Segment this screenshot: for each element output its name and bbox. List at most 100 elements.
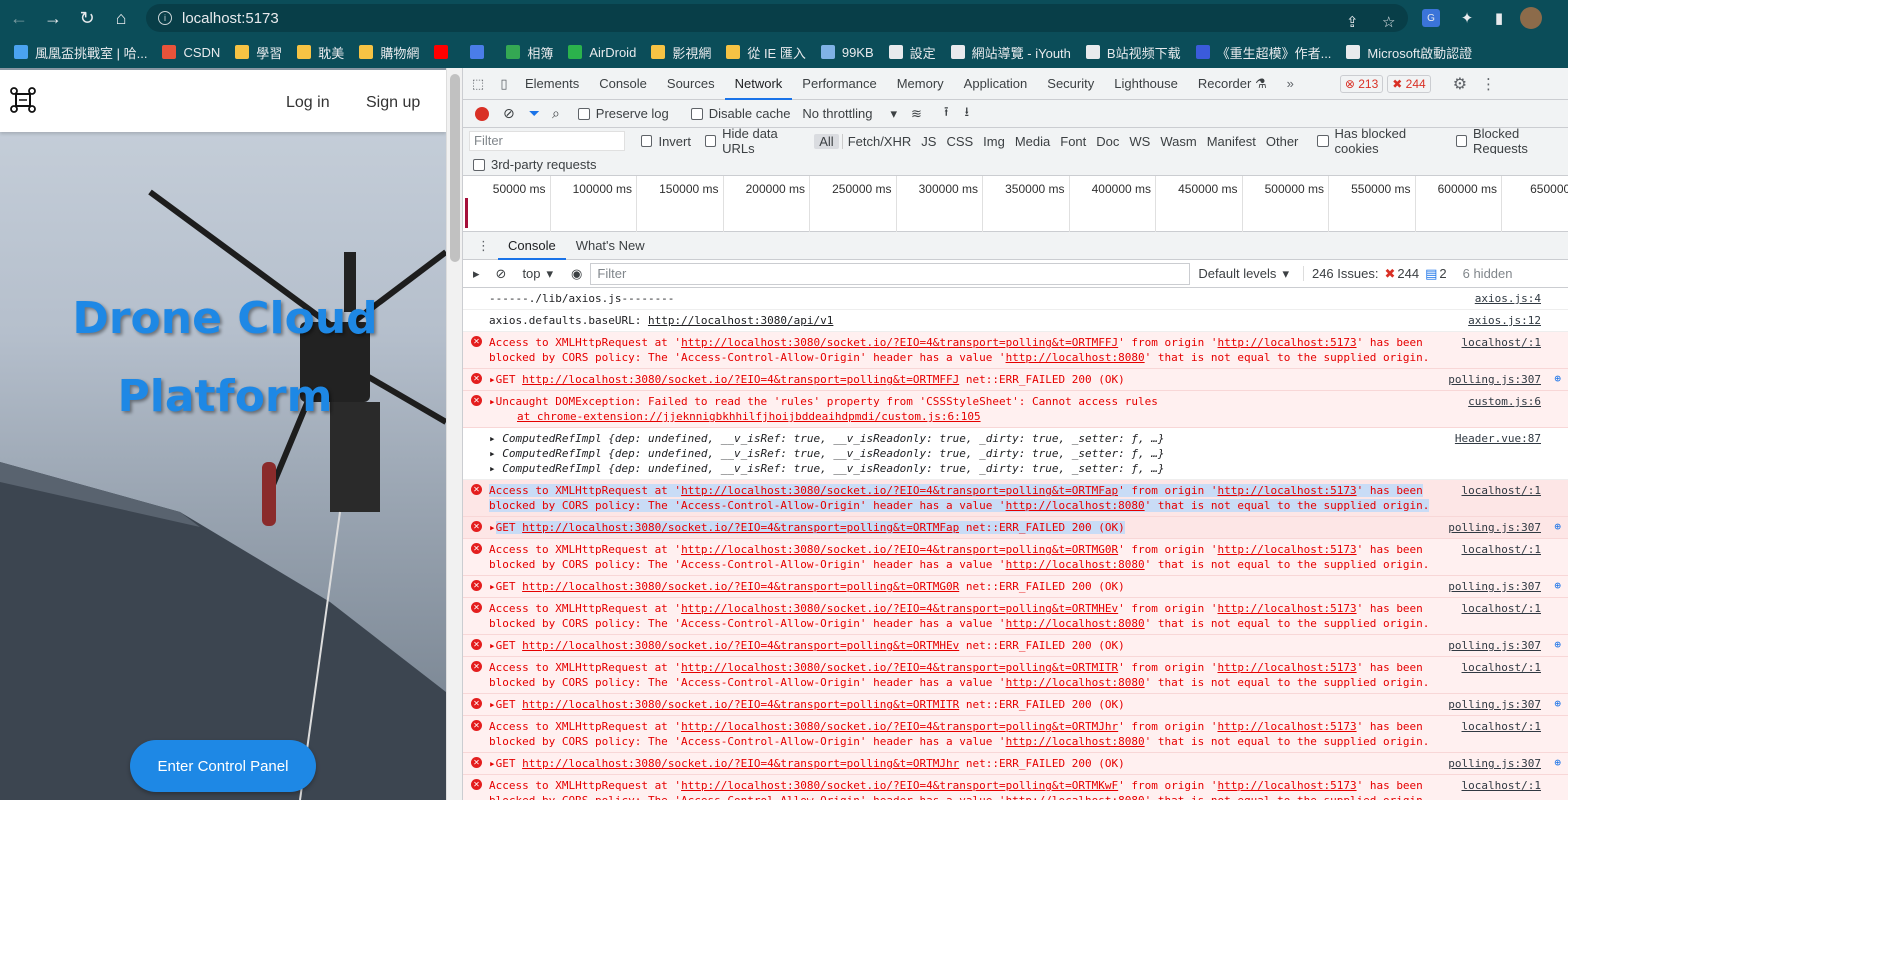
bookmark-item[interactable]: CSDN [162, 45, 220, 60]
share-icon[interactable]: ⇪ [1346, 13, 1359, 31]
device-toolbar-icon[interactable]: ▯ [493, 76, 515, 92]
inspect-icon[interactable]: ⬚ [463, 76, 493, 92]
source-link[interactable]: localhost/:1 [1457, 335, 1541, 350]
network-filter-input[interactable]: Filter [469, 131, 626, 151]
forward-icon[interactable]: → [38, 3, 68, 33]
type-filter-font[interactable]: Font [1055, 134, 1091, 149]
type-filter-css[interactable]: CSS [941, 134, 978, 149]
source-link[interactable]: localhost/:1 [1457, 483, 1541, 498]
request-url-link[interactable]: http://localhost:3080/socket.io/?EIO=4&t… [522, 373, 959, 386]
dom-error-stack[interactable]: at chrome-extension://jjeknnigbkhhilfjho… [489, 409, 1541, 424]
preserve-log-checkbox[interactable] [577, 107, 590, 120]
computed-ref-object[interactable]: ▸ ComputedRefImpl {dep: undefined, __v_i… [489, 431, 1541, 446]
tab-recorder[interactable]: Recorder ⚗ [1188, 68, 1277, 100]
expand-triangle-icon[interactable]: ▸ [489, 373, 496, 386]
sidebar-toggle-icon[interactable]: ▸ [473, 266, 480, 282]
bookmark-item[interactable]: 影視網 [651, 43, 711, 62]
bookmark-item[interactable]: 從 IE 匯入 [726, 43, 806, 62]
translate-icon[interactable]: G [1422, 9, 1440, 27]
source-link[interactable]: axios.js:12 [1464, 313, 1541, 328]
console-message[interactable]: ✕ ▸GET http://localhost:3080/socket.io/?E… [463, 369, 1568, 391]
request-url-link[interactable]: http://localhost:3080/socket.io/?EIO=4&t… [681, 484, 1119, 497]
scroll-thumb[interactable] [450, 74, 460, 262]
log-link[interactable]: http://localhost:3080/api/v1 [648, 314, 833, 327]
bookmark-item[interactable] [434, 45, 455, 59]
context-select[interactable]: top [522, 266, 540, 281]
request-url-link[interactable]: http://localhost:3080/socket.io/?EIO=4&t… [522, 757, 959, 770]
address-bar[interactable]: i localhost:5173 ⇪ ☆ [146, 4, 1408, 32]
console-message[interactable]: ✕ Access to XMLHttpRequest at 'http://loc… [463, 598, 1568, 635]
page-scrollbar[interactable] [446, 68, 462, 800]
request-url-link[interactable]: http://localhost:3080/socket.io/?EIO=4&t… [522, 639, 959, 652]
bookmark-item[interactable]: AirDroid [568, 45, 636, 60]
origin-link[interactable]: http://localhost:5173 [1218, 720, 1357, 733]
drone-logo-icon[interactable] [10, 86, 36, 116]
type-filter-all[interactable]: All [814, 133, 839, 149]
network-request-icon[interactable]: ⊕ [1554, 371, 1561, 386]
type-filter-media[interactable]: Media [1010, 134, 1055, 149]
live-expression-eye-icon[interactable]: ◉ [571, 266, 582, 282]
source-link[interactable]: polling.js:307 [1444, 372, 1541, 387]
allowed-origin-link[interactable]: http://localhost:8080 [1006, 558, 1145, 571]
issues-label[interactable]: 246 Issues: [1302, 266, 1378, 281]
console-message[interactable]: ✕ Access to XMLHttpRequest at 'http://loc… [463, 716, 1568, 753]
signup-link[interactable]: Sign up [366, 94, 420, 112]
console-filter-input[interactable]: Filter [590, 262, 1191, 285]
console-message[interactable]: ✕ ▸Uncaught DOMException: Failed to read … [463, 391, 1568, 428]
source-link[interactable]: localhost/:1 [1457, 719, 1541, 734]
settings-gear-icon[interactable]: ⚙ [1453, 74, 1467, 94]
filter-funnel-icon[interactable]: ⏷ [529, 105, 540, 122]
console-message[interactable]: ✕ ▸GET http://localhost:3080/socket.io/?E… [463, 753, 1568, 775]
log-levels-select[interactable]: Default levels [1198, 266, 1276, 281]
console-message[interactable]: ✕ Access to XMLHttpRequest at 'http://loc… [463, 657, 1568, 694]
console-message[interactable]: ------./lib/axios.js-------- axios.js:4 [463, 288, 1568, 310]
request-url-link[interactable]: http://localhost:3080/socket.io/?EIO=4&t… [522, 521, 960, 534]
search-icon[interactable]: ⌕ [552, 105, 560, 122]
console-message[interactable]: ✕ ▸GET http://localhost:3080/socket.io/?E… [463, 635, 1568, 657]
allowed-origin-link[interactable]: http://localhost:8080 [1006, 676, 1145, 689]
third-party-checkbox[interactable] [473, 158, 485, 171]
network-request-icon[interactable]: ⊕ [1554, 755, 1561, 770]
source-link[interactable]: polling.js:307 [1444, 638, 1541, 653]
type-filter-manifest[interactable]: Manifest [1202, 134, 1261, 149]
avatar[interactable] [1520, 7, 1542, 29]
warning-count-badge[interactable]: ✖ 244 [1387, 74, 1431, 93]
blocked-cookies-checkbox[interactable] [1317, 135, 1329, 147]
source-link[interactable]: axios.js:4 [1471, 291, 1541, 306]
error-count-badge[interactable]: ⊗ 213 [1339, 74, 1384, 93]
export-har-icon[interactable]: ⭳ [965, 103, 970, 125]
computed-ref-object[interactable]: ▸ ComputedRefImpl {dep: undefined, __v_i… [489, 461, 1541, 476]
clear-console-icon[interactable]: ⊘ [496, 266, 507, 282]
network-request-icon[interactable]: ⊕ [1554, 696, 1561, 711]
console-message[interactable]: ✕ Access to XMLHttpRequest at 'http://loc… [463, 775, 1568, 800]
expand-triangle-icon[interactable]: ▸ [489, 462, 502, 475]
request-url-link[interactable]: http://localhost:3080/socket.io/?EIO=4&t… [681, 602, 1118, 615]
expand-triangle-icon[interactable]: ▸ [489, 580, 496, 593]
allowed-origin-link[interactable]: http://localhost:8080 [1005, 499, 1145, 512]
login-link[interactable]: Log in [286, 94, 330, 112]
source-link[interactable]: custom.js:6 [1464, 394, 1541, 409]
expand-triangle-icon[interactable]: ▸ [489, 395, 496, 408]
source-link[interactable]: polling.js:307 [1444, 520, 1541, 535]
tab-memory[interactable]: Memory [887, 68, 954, 100]
expand-triangle-icon[interactable]: ▸ [489, 432, 502, 445]
expand-triangle-icon[interactable]: ▸ [489, 447, 502, 460]
bookmark-item[interactable]: Microsoft啟動認證 [1346, 43, 1472, 62]
computed-ref-object[interactable]: ▸ ComputedRefImpl {dep: undefined, __v_i… [489, 446, 1541, 461]
bookmark-item[interactable]: B站视频下载 [1085, 43, 1181, 62]
more-tabs-icon[interactable]: » [1287, 76, 1294, 91]
network-request-icon[interactable]: ⊕ [1554, 519, 1561, 534]
source-link[interactable]: polling.js:307 [1444, 697, 1541, 712]
console-message[interactable]: ✕ Access to XMLHttpRequest at 'http://loc… [463, 332, 1568, 369]
origin-link[interactable]: http://localhost:5173 [1218, 543, 1357, 556]
source-link[interactable]: polling.js:307 [1444, 756, 1541, 771]
source-link[interactable]: polling.js:307 [1444, 579, 1541, 594]
source-link[interactable]: localhost/:1 [1457, 660, 1541, 675]
request-url-link[interactable]: http://localhost:3080/socket.io/?EIO=4&t… [681, 720, 1118, 733]
chevron-down-icon[interactable]: ▾ [547, 266, 554, 282]
console-message[interactable]: ▸ ComputedRefImpl {dep: undefined, __v_i… [463, 428, 1568, 480]
origin-link[interactable]: http://localhost:5173 [1218, 336, 1357, 349]
tab-elements[interactable]: Elements [515, 68, 589, 100]
network-request-icon[interactable]: ⊕ [1554, 578, 1561, 593]
chevron-down-icon[interactable]: ▾ [891, 106, 898, 122]
